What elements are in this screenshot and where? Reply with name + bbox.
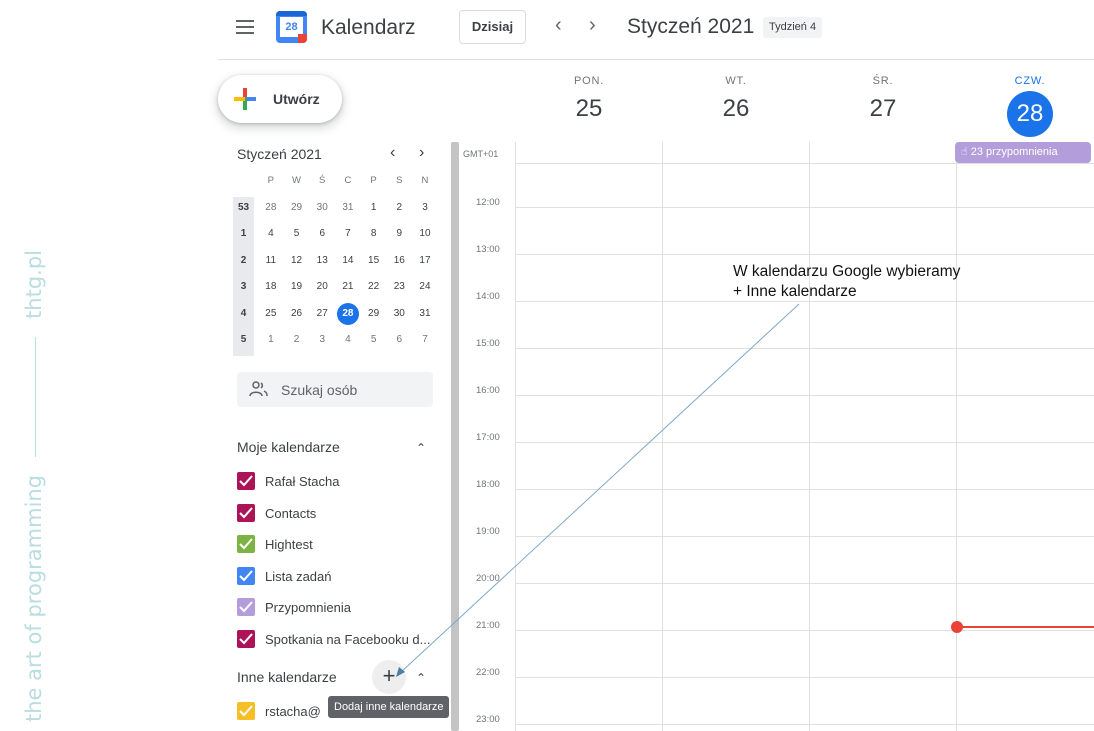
annotation-arrow (396, 303, 800, 677)
